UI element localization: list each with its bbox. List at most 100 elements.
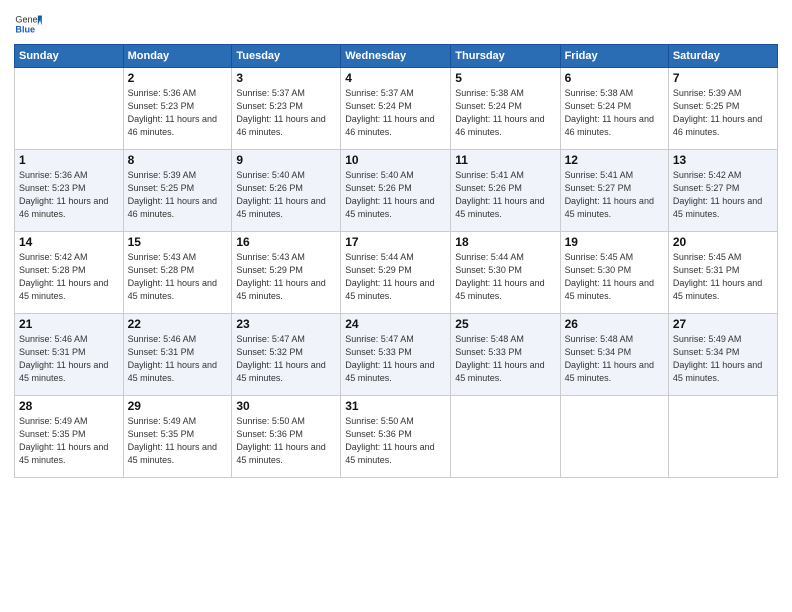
day-info: Sunrise: 5:37 AMSunset: 5:24 PMDaylight:… xyxy=(345,87,446,139)
day-number: 28 xyxy=(19,399,119,413)
calendar-cell: 15 Sunrise: 5:43 AMSunset: 5:28 PMDayligh… xyxy=(123,232,232,314)
calendar-cell: 24 Sunrise: 5:47 AMSunset: 5:33 PMDayligh… xyxy=(341,314,451,396)
calendar-header-tuesday: Tuesday xyxy=(232,45,341,68)
calendar-cell: 29 Sunrise: 5:49 AMSunset: 5:35 PMDayligh… xyxy=(123,396,232,478)
calendar-cell xyxy=(451,396,560,478)
calendar-cell: 1 Sunrise: 5:36 AMSunset: 5:23 PMDaylight… xyxy=(15,150,124,232)
day-info: Sunrise: 5:49 AMSunset: 5:35 PMDaylight:… xyxy=(128,415,228,467)
calendar-cell: 26Sunrise: 5:48 AMSunset: 5:34 PMDayligh… xyxy=(560,314,668,396)
day-info: Sunrise: 5:48 AMSunset: 5:33 PMDaylight:… xyxy=(455,333,555,385)
calendar-cell: 25Sunrise: 5:48 AMSunset: 5:33 PMDayligh… xyxy=(451,314,560,396)
calendar-week-2: 1 Sunrise: 5:36 AMSunset: 5:23 PMDaylight… xyxy=(15,150,778,232)
calendar-header-sunday: Sunday xyxy=(15,45,124,68)
calendar-header-friday: Friday xyxy=(560,45,668,68)
day-info: Sunrise: 5:47 AMSunset: 5:33 PMDaylight:… xyxy=(345,333,446,385)
calendar-cell: 3 Sunrise: 5:37 AMSunset: 5:23 PMDaylight… xyxy=(232,68,341,150)
calendar-cell: 23 Sunrise: 5:47 AMSunset: 5:32 PMDayligh… xyxy=(232,314,341,396)
day-number: 24 xyxy=(345,317,446,331)
calendar-cell: 13 Sunrise: 5:42 AMSunset: 5:27 PMDayligh… xyxy=(668,150,777,232)
calendar-cell: 4 Sunrise: 5:37 AMSunset: 5:24 PMDaylight… xyxy=(341,68,451,150)
page: General Blue SundayMondayTuesdayWednesda… xyxy=(0,0,792,612)
day-info: Sunrise: 5:39 AMSunset: 5:25 PMDaylight:… xyxy=(673,87,773,139)
calendar-cell: 28 Sunrise: 5:49 AMSunset: 5:35 PMDayligh… xyxy=(15,396,124,478)
day-info: Sunrise: 5:41 AMSunset: 5:26 PMDaylight:… xyxy=(455,169,555,221)
day-info: Sunrise: 5:37 AMSunset: 5:23 PMDaylight:… xyxy=(236,87,336,139)
day-number: 17 xyxy=(345,235,446,249)
day-number: 30 xyxy=(236,399,336,413)
day-number: 22 xyxy=(128,317,228,331)
calendar-header-monday: Monday xyxy=(123,45,232,68)
day-info: Sunrise: 5:45 AMSunset: 5:31 PMDaylight:… xyxy=(673,251,773,303)
day-info: Sunrise: 5:38 AMSunset: 5:24 PMDaylight:… xyxy=(455,87,555,139)
calendar-cell: 22 Sunrise: 5:46 AMSunset: 5:31 PMDayligh… xyxy=(123,314,232,396)
day-info: Sunrise: 5:47 AMSunset: 5:32 PMDaylight:… xyxy=(236,333,336,385)
day-number: 3 xyxy=(236,71,336,85)
calendar-cell: 30 Sunrise: 5:50 AMSunset: 5:36 PMDayligh… xyxy=(232,396,341,478)
day-info: Sunrise: 5:42 AMSunset: 5:27 PMDaylight:… xyxy=(673,169,773,221)
day-info: Sunrise: 5:46 AMSunset: 5:31 PMDaylight:… xyxy=(19,333,119,385)
day-number: 12 xyxy=(565,153,664,167)
calendar-cell: 18Sunrise: 5:44 AMSunset: 5:30 PMDayligh… xyxy=(451,232,560,314)
calendar-week-4: 21 Sunrise: 5:46 AMSunset: 5:31 PMDayligh… xyxy=(15,314,778,396)
day-number: 5 xyxy=(455,71,555,85)
day-number: 18 xyxy=(455,235,555,249)
calendar-cell: 8 Sunrise: 5:39 AMSunset: 5:25 PMDaylight… xyxy=(123,150,232,232)
day-info: Sunrise: 5:50 AMSunset: 5:36 PMDaylight:… xyxy=(236,415,336,467)
calendar-cell: 2 Sunrise: 5:36 AMSunset: 5:23 PMDaylight… xyxy=(123,68,232,150)
calendar-cell: 20 Sunrise: 5:45 AMSunset: 5:31 PMDayligh… xyxy=(668,232,777,314)
day-info: Sunrise: 5:41 AMSunset: 5:27 PMDaylight:… xyxy=(565,169,664,221)
day-info: Sunrise: 5:49 AMSunset: 5:34 PMDaylight:… xyxy=(673,333,773,385)
day-info: Sunrise: 5:49 AMSunset: 5:35 PMDaylight:… xyxy=(19,415,119,467)
calendar-cell: 5 Sunrise: 5:38 AMSunset: 5:24 PMDaylight… xyxy=(451,68,560,150)
day-number: 11 xyxy=(455,153,555,167)
day-number: 23 xyxy=(236,317,336,331)
calendar-cell: 6Sunrise: 5:38 AMSunset: 5:24 PMDaylight… xyxy=(560,68,668,150)
logo-icon: General Blue xyxy=(14,10,42,38)
day-info: Sunrise: 5:42 AMSunset: 5:28 PMDaylight:… xyxy=(19,251,119,303)
day-number: 7 xyxy=(673,71,773,85)
day-info: Sunrise: 5:39 AMSunset: 5:25 PMDaylight:… xyxy=(128,169,228,221)
day-number: 4 xyxy=(345,71,446,85)
day-number: 31 xyxy=(345,399,446,413)
calendar-header-saturday: Saturday xyxy=(668,45,777,68)
calendar-cell: 16 Sunrise: 5:43 AMSunset: 5:29 PMDayligh… xyxy=(232,232,341,314)
day-number: 15 xyxy=(128,235,228,249)
logo: General Blue xyxy=(14,10,46,38)
day-number: 2 xyxy=(128,71,228,85)
calendar-cell: 31 Sunrise: 5:50 AMSunset: 5:36 PMDayligh… xyxy=(341,396,451,478)
calendar-cell xyxy=(15,68,124,150)
day-number: 9 xyxy=(236,153,336,167)
day-number: 16 xyxy=(236,235,336,249)
day-info: Sunrise: 5:44 AMSunset: 5:29 PMDaylight:… xyxy=(345,251,446,303)
day-info: Sunrise: 5:36 AMSunset: 5:23 PMDaylight:… xyxy=(128,87,228,139)
calendar-week-1: 2 Sunrise: 5:36 AMSunset: 5:23 PMDaylight… xyxy=(15,68,778,150)
day-number: 27 xyxy=(673,317,773,331)
calendar-cell xyxy=(560,396,668,478)
svg-text:Blue: Blue xyxy=(15,24,35,34)
calendar-cell: 14Sunrise: 5:42 AMSunset: 5:28 PMDayligh… xyxy=(15,232,124,314)
calendar-cell: 11 Sunrise: 5:41 AMSunset: 5:26 PMDayligh… xyxy=(451,150,560,232)
calendar-header-thursday: Thursday xyxy=(451,45,560,68)
header: General Blue xyxy=(14,10,778,38)
day-number: 19 xyxy=(565,235,664,249)
calendar-cell: 9Sunrise: 5:40 AMSunset: 5:26 PMDaylight… xyxy=(232,150,341,232)
calendar-cell: 17 Sunrise: 5:44 AMSunset: 5:29 PMDayligh… xyxy=(341,232,451,314)
day-info: Sunrise: 5:46 AMSunset: 5:31 PMDaylight:… xyxy=(128,333,228,385)
calendar-header-wednesday: Wednesday xyxy=(341,45,451,68)
day-info: Sunrise: 5:43 AMSunset: 5:28 PMDaylight:… xyxy=(128,251,228,303)
day-number: 1 xyxy=(19,153,119,167)
day-number: 13 xyxy=(673,153,773,167)
day-number: 29 xyxy=(128,399,228,413)
calendar-week-5: 28 Sunrise: 5:49 AMSunset: 5:35 PMDayligh… xyxy=(15,396,778,478)
day-info: Sunrise: 5:45 AMSunset: 5:30 PMDaylight:… xyxy=(565,251,664,303)
day-number: 8 xyxy=(128,153,228,167)
day-info: Sunrise: 5:38 AMSunset: 5:24 PMDaylight:… xyxy=(565,87,664,139)
day-info: Sunrise: 5:50 AMSunset: 5:36 PMDaylight:… xyxy=(345,415,446,467)
day-number: 26 xyxy=(565,317,664,331)
day-info: Sunrise: 5:36 AMSunset: 5:23 PMDaylight:… xyxy=(19,169,119,221)
calendar-table: SundayMondayTuesdayWednesdayThursdayFrid… xyxy=(14,44,778,478)
day-number: 21 xyxy=(19,317,119,331)
day-info: Sunrise: 5:43 AMSunset: 5:29 PMDaylight:… xyxy=(236,251,336,303)
calendar-cell xyxy=(668,396,777,478)
day-number: 20 xyxy=(673,235,773,249)
